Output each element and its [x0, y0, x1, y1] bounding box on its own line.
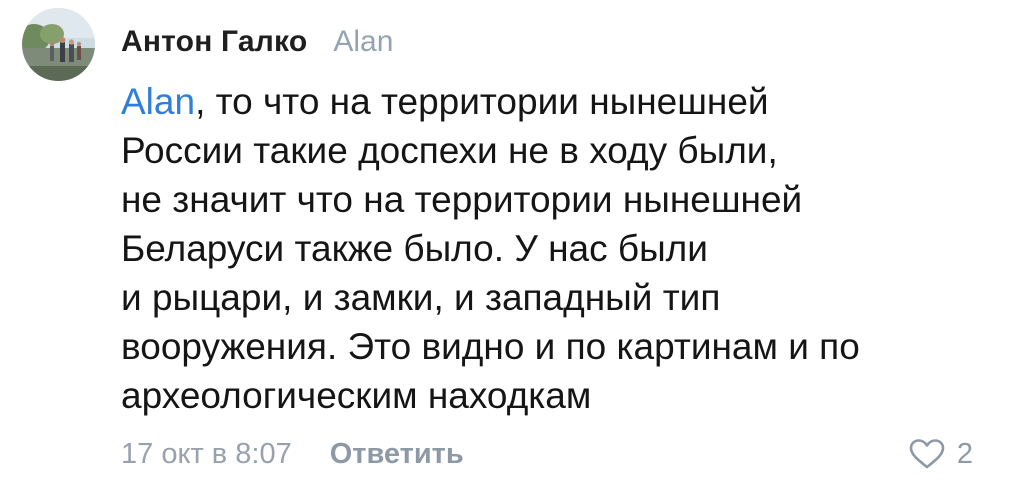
like-button[interactable]: 2	[909, 432, 973, 476]
comment-line: Alan, то что на территории нынешней	[121, 77, 1001, 126]
like-count: 2	[956, 437, 973, 470]
author-name[interactable]: Антон Галко	[121, 25, 307, 59]
comment-text: Alan, то что на территории нынешней Росс…	[121, 77, 1001, 420]
comment-line: Беларуси также было. У нас были	[121, 228, 708, 269]
avatar-photo	[22, 8, 95, 81]
comment-line: и рыцари, и замки, и западный тип	[121, 277, 721, 318]
timestamp: 17 окт в 8:07	[121, 437, 292, 470]
comment-line: России такие доспехи не в ходу были,	[121, 130, 778, 171]
reply-button[interactable]: Ответить	[330, 438, 464, 471]
heart-outline-icon	[909, 439, 945, 469]
comment: Антон Галко Alan Alan, то что на террито…	[0, 0, 1019, 501]
mention-link[interactable]: Alan	[121, 81, 195, 122]
comment-line: вооружения. Это видно и по картинам и по	[121, 326, 860, 367]
comment-header: Антон Галко Alan	[121, 20, 393, 64]
comment-footer: 17 окт в 8:07 Ответить	[121, 432, 464, 476]
comment-line-text: , то что на территории нынешней	[195, 81, 769, 122]
reply-to-name[interactable]: Alan	[333, 25, 393, 59]
comment-line: археологическим находкам	[121, 375, 592, 416]
comment-line: не значит что на территории нынешней	[121, 179, 803, 220]
avatar[interactable]	[22, 8, 95, 81]
